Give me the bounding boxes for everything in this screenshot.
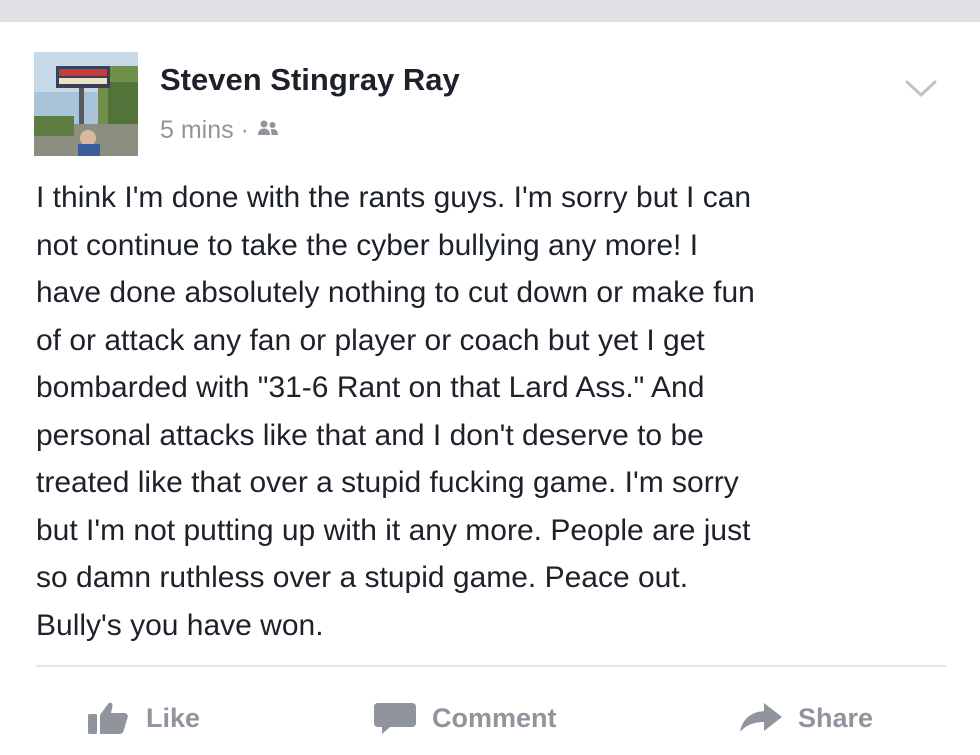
post-body-text: I think I'm done with the rants guys. I'… [36, 181, 755, 642]
friends-icon[interactable] [256, 116, 280, 145]
share-label: Share [798, 702, 874, 733]
post-timestamp[interactable]: 5 mins [160, 116, 234, 145]
avatar-photo [34, 52, 138, 156]
post-meta: 5 mins · [160, 116, 280, 145]
avatar[interactable] [34, 52, 138, 156]
comment-button[interactable]: Comment [372, 692, 557, 744]
thumbs-up-icon [86, 700, 132, 736]
like-button[interactable]: Like [86, 692, 200, 744]
speech-bubble-icon [372, 699, 418, 737]
meta-separator: · [240, 116, 249, 144]
like-label: Like [146, 702, 201, 733]
share-button[interactable]: Share [738, 692, 873, 744]
top-separator-bar [0, 0, 980, 22]
post-card: Steven Stingray Ray 5 mins · I think I'm… [0, 22, 980, 755]
share-arrow-icon [738, 700, 784, 736]
divider [36, 665, 946, 667]
chevron-down-icon[interactable] [904, 78, 938, 100]
author-name[interactable]: Steven Stingray Ray [160, 62, 460, 98]
comment-label: Comment [432, 702, 557, 733]
